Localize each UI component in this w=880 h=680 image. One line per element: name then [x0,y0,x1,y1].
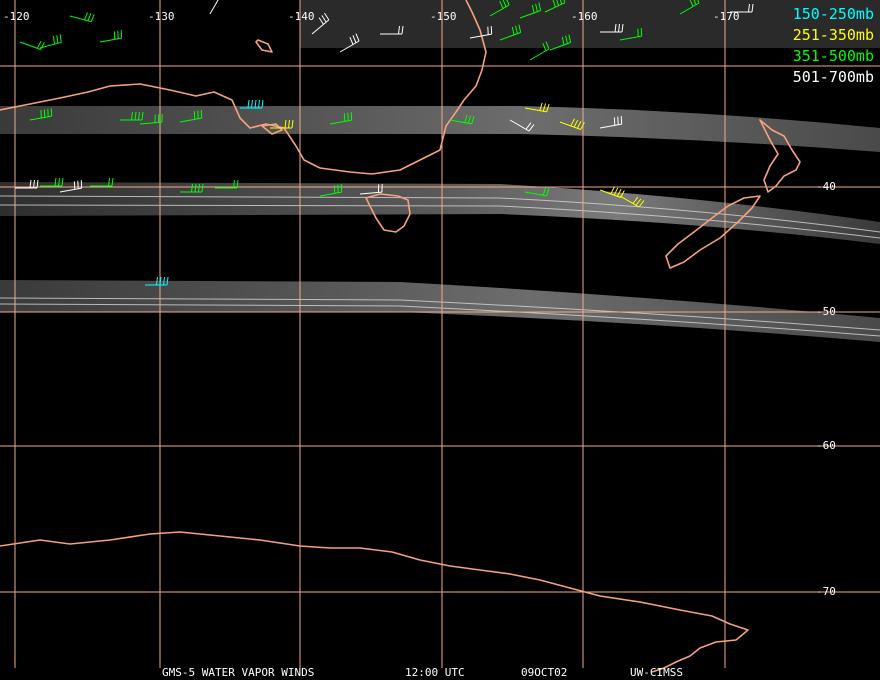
water-vapor-imagery [0,0,880,342]
data-source: UW-CIMSS [630,666,683,679]
latitude-label: -40 [816,180,836,193]
antarctica-coastline [0,531,749,673]
legend-item-150-250mb: 150-250mb [792,5,874,23]
pressure-legend: 150-250mb 251-350mb 351-500mb 501-700mb [793,4,874,88]
lat-lon-grid [0,0,880,668]
longitude-label: -170 [713,10,740,23]
legend-item-351-500mb: 351-500mb [792,47,874,65]
legend-item-251-350mb: 251-350mb [792,26,874,44]
wind-barb [209,0,222,15]
valid-date: 09OCT02 [521,666,568,679]
longitude-label: -150 [430,10,457,23]
latitude-label: -70 [816,585,836,598]
valid-time: 12:00 UTC [405,666,465,679]
map-canvas: -120 -130 -140 -150 -160 -170 -40 -50 -60 -70 [0,0,880,673]
product-title: GMS-5 WATER VAPOR WINDS [162,666,315,679]
wind-barb [99,30,123,43]
latitude-label: -50 [816,305,836,318]
latitude-label: -60 [816,439,836,452]
map-viewport: -120 -130 -140 -150 -160 -170 -40 -50 -60 -70 15… [0,0,880,680]
swath-3 [0,280,880,342]
longitude-label: -160 [571,10,598,23]
longitude-label: -120 [3,10,30,23]
wind-barb [69,12,95,23]
coastlines [0,0,801,673]
longitude-label: -140 [288,10,315,23]
longitude-label: -130 [148,10,175,23]
wind-barb [39,34,62,49]
latitude-labels: -40 -50 -60 -70 [816,180,836,598]
coast-fragment [255,39,273,53]
legend-item-501-700mb: 501-700mb [792,68,874,86]
